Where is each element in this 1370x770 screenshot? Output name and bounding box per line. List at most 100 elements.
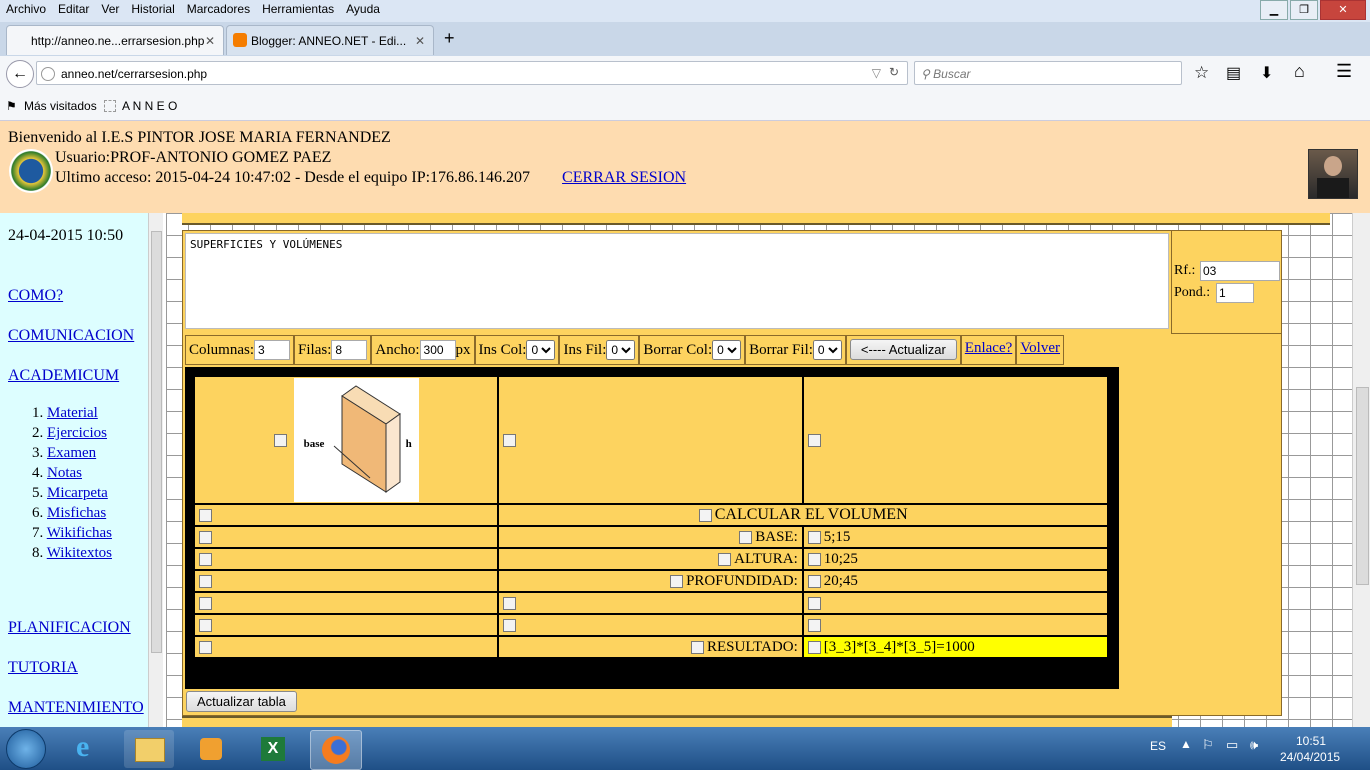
exercise-textarea[interactable]: SUPERFICIES Y VOLÚMENES	[185, 233, 1169, 329]
menu-ver[interactable]: Ver	[95, 0, 125, 16]
sidebar-link-mantenimiento[interactable]: MANTENIMIENTO	[8, 699, 144, 717]
menu-historial[interactable]: Historial	[125, 0, 180, 16]
cell-checkbox[interactable]	[273, 433, 287, 447]
new-tab-button[interactable]: +	[444, 28, 455, 49]
cell-checkbox[interactable]	[739, 530, 753, 544]
update-table-button[interactable]: Actualizar tabla	[186, 691, 297, 712]
inscol-select[interactable]: 0	[526, 340, 556, 360]
clock-date[interactable]: 24/04/2015	[1280, 750, 1340, 764]
width-input[interactable]	[419, 340, 456, 360]
dropdown-icon[interactable]: ▽	[872, 66, 881, 80]
logout-link[interactable]: CERRAR SESION	[562, 169, 686, 186]
cell-checkbox[interactable]	[691, 640, 704, 654]
menu-editar[interactable]: Editar	[52, 0, 95, 16]
star-icon[interactable]: ☆	[1194, 63, 1209, 83]
scrollbar-thumb[interactable]	[1356, 387, 1369, 585]
cell-checkbox[interactable]	[199, 508, 212, 522]
scrollbar-thumb[interactable]	[151, 231, 162, 653]
cell-checkbox[interactable]	[199, 552, 212, 566]
url-bar[interactable]: anneo.net/cerrarsesion.php ▽ ↻	[36, 61, 908, 85]
link-wikifichas[interactable]: Wikifichas	[47, 525, 112, 541]
sidebar-link-comunicacion[interactable]: COMUNICACION	[8, 327, 134, 345]
excel-icon[interactable]: X	[248, 730, 298, 768]
link-micarpeta[interactable]: Micarpeta	[47, 485, 108, 501]
cell-checkbox[interactable]	[698, 508, 712, 522]
network-icon[interactable]: ▭	[1226, 737, 1238, 753]
cell-checkbox[interactable]	[503, 433, 517, 447]
reading-list-icon[interactable]: ▤	[1226, 63, 1241, 83]
start-button-icon[interactable]	[6, 729, 46, 769]
borcol-select[interactable]: 0	[712, 340, 742, 360]
insfil-select[interactable]: 0	[606, 340, 636, 360]
reload-icon[interactable]: ↻	[889, 65, 899, 79]
link-examen[interactable]: Examen	[47, 445, 96, 461]
rows-input[interactable]	[331, 340, 368, 360]
media-player-icon[interactable]	[186, 730, 236, 768]
cell-checkbox[interactable]	[503, 618, 517, 632]
sidebar-scrollbar[interactable]	[148, 213, 163, 727]
download-icon[interactable]: ⬇	[1260, 63, 1273, 83]
close-icon[interactable]: ✕	[1320, 0, 1366, 20]
menu-herramientas[interactable]: Herramientas	[256, 0, 340, 16]
borfil-select[interactable]: 0	[812, 340, 842, 360]
tray-arrow-icon[interactable]: ▲	[1180, 737, 1192, 751]
link-material[interactable]: Material	[47, 405, 98, 421]
cell-checkbox[interactable]	[718, 552, 732, 566]
pond-input[interactable]	[1216, 283, 1254, 303]
main-scrollbar[interactable]	[1352, 213, 1370, 727]
cell-checkbox[interactable]	[670, 574, 684, 588]
bookmark-anneo[interactable]: A N N E O	[122, 99, 177, 113]
hamburger-menu-icon[interactable]: ☰	[1336, 61, 1352, 82]
cell-checkbox[interactable]	[199, 574, 212, 588]
tab-blogger[interactable]: Blogger: ANNEO.NET - Edi... ✕	[226, 25, 434, 55]
cell-checkbox[interactable]	[503, 596, 517, 610]
cell-checkbox[interactable]	[807, 574, 821, 588]
minimize-icon[interactable]: ▁	[1260, 0, 1288, 20]
cell-checkbox[interactable]	[807, 433, 821, 447]
clock-time[interactable]: 10:51	[1296, 734, 1326, 748]
menu-ayuda[interactable]: Ayuda	[340, 0, 386, 16]
link-misfichas[interactable]: Misfichas	[47, 505, 106, 521]
enlace-link[interactable]: Enlace?	[965, 340, 1012, 356]
ie-icon[interactable]: e	[64, 730, 114, 768]
sidebar-link-academicum[interactable]: ACADEMICUM	[8, 367, 119, 385]
close-tab-icon[interactable]: ✕	[415, 34, 425, 48]
home-icon[interactable]: ⌂	[1294, 61, 1305, 82]
sidebar-link-planificacion[interactable]: PLANIFICACION	[8, 619, 131, 637]
close-tab-icon[interactable]: ✕	[205, 34, 215, 48]
user-text: Usuario:PROF-ANTONIO GOMEZ PAEZ	[55, 149, 332, 166]
link-notas[interactable]: Notas	[47, 465, 82, 481]
table-cell	[801, 591, 1110, 615]
firefox-icon[interactable]	[310, 730, 362, 770]
cell-checkbox[interactable]	[199, 530, 212, 544]
table-cell	[801, 613, 1110, 637]
sidebar-link-tutoria[interactable]: TUTORIA	[8, 659, 78, 677]
volume-icon[interactable]: 🕪	[1250, 737, 1258, 753]
maximize-icon[interactable]: ❐	[1290, 0, 1318, 20]
link-wikitextos[interactable]: Wikitextos	[47, 545, 112, 561]
sidebar-link-como[interactable]: COMO?	[8, 287, 63, 305]
columns-input[interactable]	[254, 340, 291, 360]
flag-icon[interactable]: ⚐	[1202, 737, 1214, 753]
cell-checkbox[interactable]	[199, 618, 212, 632]
cell-checkbox[interactable]	[807, 552, 821, 566]
bookmark-mas-visitados[interactable]: Más visitados	[24, 99, 97, 113]
menu-marcadores[interactable]: Marcadores	[181, 0, 256, 16]
cell-checkbox[interactable]	[807, 530, 821, 544]
update-button[interactable]: <---- Actualizar	[849, 339, 957, 360]
cell-checkbox[interactable]	[807, 618, 821, 632]
cell-checkbox[interactable]	[807, 596, 821, 610]
menu-archivo[interactable]: Archivo	[0, 0, 52, 16]
back-arrow-icon[interactable]: ←	[6, 60, 34, 88]
link-ejercicios[interactable]: Ejercicios	[47, 425, 107, 441]
search-input[interactable]: ⚲ Buscar	[914, 61, 1182, 85]
cell-checkbox[interactable]	[199, 596, 212, 610]
cell-checkbox[interactable]	[199, 640, 212, 654]
table-controls: Columnas: Filas: Ancho:px Ins Col:0 Ins …	[185, 335, 1064, 365]
language-indicator[interactable]: ES	[1150, 739, 1166, 753]
rf-input[interactable]	[1200, 261, 1280, 281]
volver-link[interactable]: Volver	[1020, 340, 1060, 356]
tab-anneo[interactable]: http://anneo.ne...errarsesion.php ✕	[6, 25, 224, 55]
cell-checkbox[interactable]	[807, 640, 821, 654]
explorer-folder-icon[interactable]	[124, 730, 174, 768]
